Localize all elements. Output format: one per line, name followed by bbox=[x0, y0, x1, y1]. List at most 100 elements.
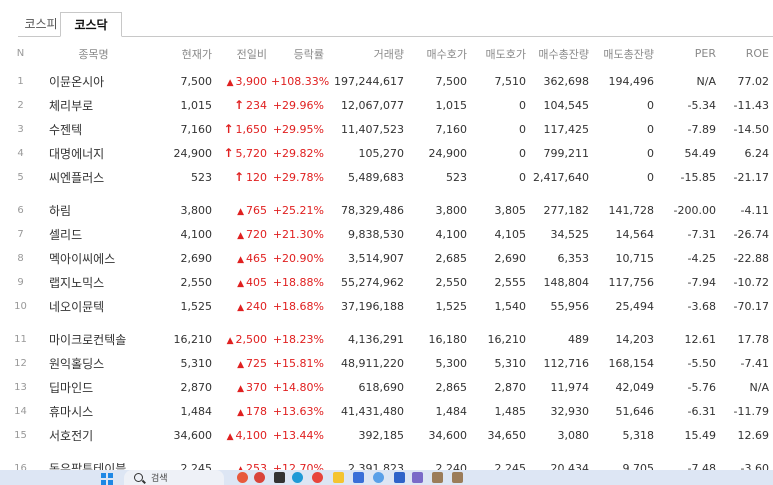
bid-price: 523 bbox=[446, 170, 467, 184]
bid-total-qty: 55,956 bbox=[550, 299, 590, 313]
table-row[interactable]: 3 수젠텍 7,160 ↑ 1,650 +29.95% 11,407,523 7,160 0 11… bbox=[0, 117, 773, 141]
bid-price: 4,100 bbox=[435, 227, 468, 241]
table-row[interactable]: 2 체리부로 1,015 ↑ 234 +29.96% 12,067,077 1,015 0 104… bbox=[0, 93, 773, 117]
separator-cell bbox=[0, 318, 773, 327]
stock-name[interactable]: 원익홀딩스 bbox=[41, 351, 150, 375]
stock-name[interactable]: 멕아이씨에스 bbox=[41, 246, 150, 270]
price-change: ↑ 1,650 bbox=[216, 117, 271, 141]
ask-price: 34,650 bbox=[487, 428, 527, 442]
stock-name[interactable]: 랩지노믹스 bbox=[41, 270, 150, 294]
limit-up-arrow-icon: ↑ bbox=[223, 122, 234, 136]
col-header-rate[interactable]: 등락률 bbox=[271, 38, 328, 69]
col-header-bid-total[interactable]: 매수총잔량 bbox=[530, 38, 593, 69]
table-row[interactable]: 8 멕아이씨에스 2,690 ▲ 465 +20.90% 3,514,907 2,685 2,6… bbox=[0, 246, 773, 270]
table-row[interactable]: 12 원익홀딩스 5,310 ▲ 725 +15.81% 48,911,220 5,300 5,… bbox=[0, 351, 773, 375]
table-row[interactable]: 13 딥마인드 2,870 ▲ 370 +14.80% 618,690 2,865 2,870 1… bbox=[0, 375, 773, 399]
bid-total-qty: 112,716 bbox=[543, 356, 590, 370]
stock-name[interactable]: 서호전기 bbox=[41, 423, 150, 447]
table-row[interactable]: 5 씨엔플러스 523 ↑ 120 +29.78% 5,489,683 523 0 2,417,6… bbox=[0, 165, 773, 189]
col-header-change[interactable]: 전일비 bbox=[216, 38, 271, 69]
row-number: 14 bbox=[14, 405, 27, 417]
triangle-up-icon: ▲ bbox=[237, 302, 244, 313]
task-view-icon[interactable] bbox=[274, 472, 285, 483]
col-header-volume[interactable]: 거래량 bbox=[328, 38, 408, 69]
col-header-ask[interactable]: 매도호가 bbox=[471, 38, 530, 69]
app-icon[interactable] bbox=[237, 472, 248, 483]
app-icon[interactable] bbox=[412, 472, 423, 483]
roe-value: -10.72 bbox=[733, 275, 769, 289]
trade-volume: 11,407,523 bbox=[341, 122, 404, 136]
change-rate: +29.96% bbox=[272, 98, 324, 112]
change-rate: +15.81% bbox=[272, 356, 324, 370]
app-icon[interactable] bbox=[452, 472, 463, 483]
stock-name[interactable]: 대명에너지 bbox=[41, 141, 150, 165]
triangle-up-icon: ▲ bbox=[226, 431, 234, 442]
table-row[interactable]: 14 휴마시스 1,484 ▲ 178 +13.63% 41,431,480 1,484 1,4… bbox=[0, 399, 773, 423]
tab-kosdaq[interactable]: 코스닥 bbox=[60, 12, 122, 37]
table-row[interactable]: 10 네오이뮨텍 1,525 ▲ 240 +18.68% 37,196,188 1,525 1,… bbox=[0, 294, 773, 318]
stock-name[interactable]: 하림 bbox=[41, 198, 150, 222]
edge-browser-icon[interactable] bbox=[292, 472, 303, 483]
price-change: ▲ 465 bbox=[216, 246, 271, 270]
bid-total-qty: 489 bbox=[568, 332, 589, 346]
stock-name[interactable]: 휴마시스 bbox=[41, 399, 150, 423]
table-row[interactable]: 1 이뮨온시아 7,500 ▲ 3,900 +108.33% 197,244,617 7,50… bbox=[0, 69, 773, 93]
ask-price: 3,805 bbox=[494, 203, 527, 217]
chrome-browser-icon[interactable] bbox=[312, 472, 323, 483]
taskbar-search[interactable]: 검색 bbox=[124, 470, 224, 485]
stock-name[interactable]: 씨엔플러스 bbox=[41, 165, 150, 189]
ask-price: 2,555 bbox=[494, 275, 527, 289]
row-number: 5 bbox=[17, 171, 24, 183]
bid-total-qty: 799,211 bbox=[543, 146, 590, 160]
per-value: -200.00 bbox=[673, 203, 716, 217]
windows-start-icon[interactable] bbox=[101, 473, 113, 485]
ask-price: 2,690 bbox=[494, 251, 527, 265]
ask-total-qty: 194,496 bbox=[608, 74, 655, 88]
file-explorer-icon[interactable] bbox=[333, 472, 344, 483]
change-rate: +14.80% bbox=[272, 380, 324, 394]
ask-price: 0 bbox=[519, 170, 526, 184]
col-header-name[interactable]: 종목명 bbox=[41, 38, 150, 69]
col-header-roe[interactable]: ROE bbox=[720, 38, 773, 69]
per-value: N/A bbox=[696, 74, 716, 88]
table-row[interactable]: 6 하림 3,800 ▲ 765 +25.21% 78,329,486 3,800 3,805 2… bbox=[0, 198, 773, 222]
col-header-per[interactable]: PER bbox=[658, 38, 720, 69]
price-change-value: 765 bbox=[246, 203, 267, 217]
notepad-icon[interactable] bbox=[394, 472, 405, 483]
stock-name[interactable]: 마이크로컨텍솔 bbox=[41, 327, 150, 351]
col-header-bid[interactable]: 매수호가 bbox=[408, 38, 471, 69]
trade-volume: 41,431,480 bbox=[341, 404, 404, 418]
per-value: -15.85 bbox=[680, 170, 716, 184]
col-header-ask-total[interactable]: 매도총잔량 bbox=[593, 38, 658, 69]
table-row[interactable]: 11 마이크로컨텍솔 16,210 ▲ 2,500 +18.23% 4,136,291 16,… bbox=[0, 327, 773, 351]
current-price: 16,210 bbox=[173, 332, 213, 346]
stock-name[interactable]: 수젠텍 bbox=[41, 117, 150, 141]
trade-volume: 4,136,291 bbox=[348, 332, 404, 346]
stock-name[interactable]: 체리부로 bbox=[41, 93, 150, 117]
price-change: ▲ 240 bbox=[216, 294, 271, 318]
stock-name[interactable]: 이뮨온시아 bbox=[41, 69, 150, 93]
table-row[interactable]: 4 대명에너지 24,900 ↑ 5,720 +29.82% 105,270 24,900 0 7… bbox=[0, 141, 773, 165]
market-tabs: 코스피 코스닥 bbox=[0, 0, 773, 37]
app-icon[interactable] bbox=[254, 472, 265, 483]
stock-name[interactable]: 네오이뮨텍 bbox=[41, 294, 150, 318]
ask-total-qty: 5,318 bbox=[622, 428, 655, 442]
price-change-value: 720 bbox=[246, 227, 267, 241]
app-icon[interactable] bbox=[353, 472, 364, 483]
bid-price: 1,015 bbox=[435, 98, 468, 112]
app-icon[interactable] bbox=[373, 472, 384, 483]
bid-price: 3,800 bbox=[435, 203, 468, 217]
table-row[interactable]: 15 서호전기 34,600 ▲ 4,100 +13.44% 392,185 34,600 34… bbox=[0, 423, 773, 447]
bid-total-qty: 2,417,640 bbox=[533, 170, 589, 184]
col-header-price[interactable]: 현재가 bbox=[150, 38, 216, 69]
app-icon[interactable] bbox=[432, 472, 443, 483]
stock-name[interactable]: 셀리드 bbox=[41, 222, 150, 246]
current-price: 1,015 bbox=[180, 98, 213, 112]
tab-kospi[interactable]: 코스피 bbox=[22, 12, 60, 36]
roe-value: -4.11 bbox=[740, 203, 769, 217]
bid-price: 7,500 bbox=[435, 74, 468, 88]
table-row[interactable]: 9 랩지노믹스 2,550 ▲ 405 +18.88% 55,274,962 2,550 2,5… bbox=[0, 270, 773, 294]
stock-name[interactable]: 딥마인드 bbox=[41, 375, 150, 399]
table-row[interactable]: 7 셀리드 4,100 ▲ 720 +21.30% 9,838,530 4,100 4,105 3… bbox=[0, 222, 773, 246]
current-price: 523 bbox=[191, 170, 212, 184]
